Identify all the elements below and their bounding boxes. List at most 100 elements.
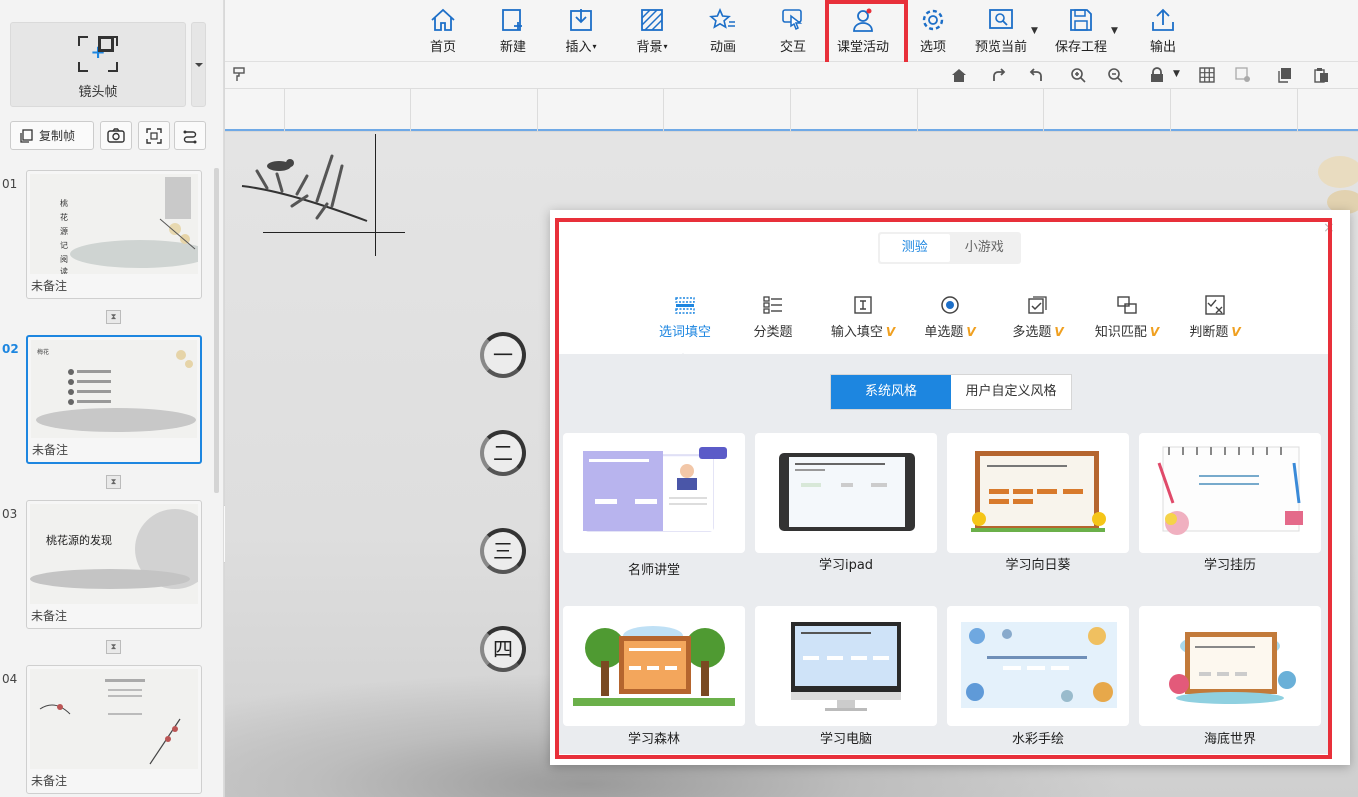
section-circle-2[interactable]: 二 xyxy=(480,430,526,476)
template-card[interactable] xyxy=(947,433,1129,553)
insert-button[interactable]: 插入▾ xyxy=(546,8,616,55)
path-button[interactable] xyxy=(174,121,206,150)
template-card[interactable] xyxy=(563,606,745,726)
svg-text:梅花: 梅花 xyxy=(37,348,49,356)
template-thumbnail xyxy=(971,451,1106,532)
slide-note: 未备注 xyxy=(31,279,68,293)
tab-mini-games[interactable]: 小游戏 xyxy=(950,234,1020,262)
slide-thumbnail[interactable]: 桃 花 源 记 阅 读 未备注 xyxy=(26,170,202,299)
export-icon xyxy=(1152,8,1174,31)
grid-icon[interactable] xyxy=(1199,67,1217,85)
zoom-out-icon[interactable] xyxy=(1107,67,1125,85)
word-fill-icon xyxy=(675,297,695,314)
question-type-multi-choice[interactable]: 多选题 V xyxy=(993,295,1083,340)
slide-preview xyxy=(30,669,198,769)
activity-category-tabs: 测验 小游戏 xyxy=(878,232,1021,264)
preview-button[interactable]: 预览当前 xyxy=(966,8,1036,55)
question-type-label: 输入填空 xyxy=(830,325,883,340)
lock-dropdown-icon[interactable]: ▼ xyxy=(1173,69,1191,87)
section-circle-4[interactable]: 四 xyxy=(480,626,526,672)
copy-frame-button[interactable]: 复制帧 xyxy=(10,121,94,150)
interaction-label: 交互 xyxy=(779,40,806,55)
slide-note: 未备注 xyxy=(31,609,68,623)
home-label: 首页 xyxy=(429,40,456,55)
grid-settings-icon[interactable] xyxy=(1235,67,1253,85)
section-circle-1[interactable]: 一 xyxy=(480,332,526,378)
question-type-word-fill[interactable]: 选词填空 xyxy=(640,295,730,340)
vip-badge-icon: V xyxy=(1231,325,1241,339)
question-type-label: 知识匹配 xyxy=(1094,325,1147,340)
interaction-button[interactable]: 交互 xyxy=(758,8,828,55)
template-card[interactable] xyxy=(1139,433,1321,553)
slide-list-scrollbar[interactable] xyxy=(214,168,219,493)
question-type-single-choice[interactable]: 单选题 V xyxy=(905,295,995,340)
export-button[interactable]: 输出 xyxy=(1128,8,1198,55)
camera-frame-label: 镜头帧 xyxy=(78,85,118,100)
template-card[interactable] xyxy=(1139,606,1321,726)
insert-icon xyxy=(570,9,592,31)
save-button[interactable]: 保存工程 xyxy=(1046,8,1116,55)
slide-thumbnail-active[interactable]: 梅花 未备注 xyxy=(26,335,202,464)
question-type-input-fill[interactable]: 输入填空 V xyxy=(818,295,908,340)
preview-dropdown[interactable]: ▼ xyxy=(1031,26,1038,36)
undo-icon[interactable] xyxy=(1028,67,1046,85)
template-thumbnail xyxy=(791,622,901,711)
frame-dropdown-button[interactable] xyxy=(191,22,206,107)
classify-icon xyxy=(763,296,782,314)
slide-thumbnail[interactable]: 未备注 xyxy=(26,665,202,794)
section-circle-3[interactable]: 三 xyxy=(480,528,526,574)
template-card[interactable] xyxy=(755,606,937,726)
slide-thumbnail[interactable]: 桃花源的发现 未备注 xyxy=(26,500,202,629)
checkbox-icon xyxy=(1028,296,1047,314)
copy-frame-label: 复制帧 xyxy=(39,129,76,143)
home-button[interactable]: 首页 xyxy=(408,8,478,55)
transition-button[interactable]: ⧗ xyxy=(106,310,121,324)
input-fill-icon xyxy=(854,296,872,314)
slide-preview: 桃 花 源 记 阅 读 xyxy=(30,174,198,274)
template-card[interactable] xyxy=(563,433,745,553)
svg-text:桃: 桃 xyxy=(60,198,68,208)
export-label: 输出 xyxy=(1149,40,1176,55)
transition-button[interactable]: ⧗ xyxy=(106,640,121,654)
background-button[interactable]: 背景▾ xyxy=(617,8,687,55)
format-brush-icon[interactable] xyxy=(233,67,251,85)
close-icon[interactable]: × xyxy=(1323,220,1335,236)
template-label: 学习挂历 xyxy=(1203,558,1256,573)
question-type-knowledge-match[interactable]: 知识匹配 V xyxy=(1082,295,1172,340)
style-tabs: 系统风格 用户自定义风格 xyxy=(830,374,1072,410)
paste-icon[interactable] xyxy=(1313,67,1331,85)
interaction-icon xyxy=(782,9,803,31)
radio-icon xyxy=(941,296,959,314)
save-icon xyxy=(1070,9,1092,31)
transition-button[interactable]: ⧗ xyxy=(106,475,121,489)
template-card[interactable] xyxy=(947,606,1129,726)
question-type-label: 单选题 xyxy=(924,325,964,340)
screenshot-button[interactable] xyxy=(100,121,132,150)
settings-button[interactable]: 选项 xyxy=(898,8,968,55)
animation-button[interactable]: 动画 xyxy=(688,8,758,55)
template-card[interactable] xyxy=(755,433,937,553)
question-type-true-false[interactable]: 判断题 V xyxy=(1170,295,1260,340)
question-type-classify[interactable]: 分类题 xyxy=(728,295,818,340)
tab-quiz[interactable]: 测验 xyxy=(880,234,950,262)
path-icon xyxy=(183,130,197,143)
lock-icon[interactable] xyxy=(1149,67,1167,85)
preview-icon xyxy=(989,9,1013,29)
match-icon xyxy=(1117,296,1137,314)
fit-frame-button[interactable] xyxy=(138,121,170,150)
animation-label: 动画 xyxy=(709,40,736,55)
add-camera-frame-button[interactable]: + 镜头帧 xyxy=(10,22,186,107)
tab-custom-style[interactable]: 用户自定义风格 xyxy=(951,375,1071,409)
tab-system-style[interactable]: 系统风格 xyxy=(831,375,951,409)
fit-frame-icon xyxy=(146,127,162,144)
svg-text:阅: 阅 xyxy=(60,255,68,264)
template-thumbnail xyxy=(573,626,735,706)
home-view-icon[interactable] xyxy=(951,67,969,85)
template-label: 名师讲堂 xyxy=(627,563,680,578)
save-dropdown[interactable]: ▼ xyxy=(1111,26,1118,36)
svg-text:记: 记 xyxy=(60,241,68,250)
redo-icon[interactable] xyxy=(991,67,1009,85)
new-button[interactable]: 新建 xyxy=(478,8,548,55)
copy-layer-icon[interactable] xyxy=(1277,67,1295,85)
zoom-in-icon[interactable] xyxy=(1070,67,1088,85)
